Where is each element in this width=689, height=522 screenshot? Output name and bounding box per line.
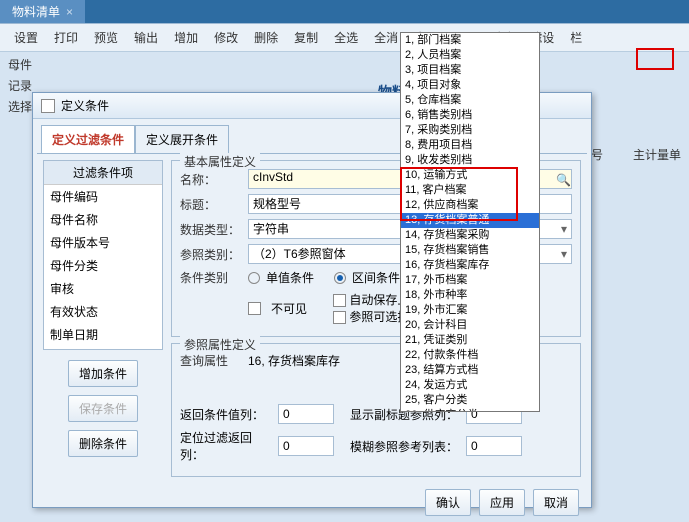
- list-item[interactable]: 母件名称: [44, 208, 162, 231]
- toolbar-btn-0[interactable]: 设置: [6, 25, 46, 50]
- list-item[interactable]: 审核日期: [44, 346, 162, 350]
- toolbar-btn-1[interactable]: 打印: [46, 25, 86, 50]
- toolbar-btn-8[interactable]: 全选: [326, 25, 366, 50]
- single-value-radio[interactable]: [248, 272, 260, 284]
- dropdown-option[interactable]: 14, 存货档案采购: [401, 228, 539, 243]
- dropdown-option[interactable]: 15, 存货档案销售: [401, 243, 539, 258]
- toolbar-btn-6[interactable]: 删除: [246, 25, 286, 50]
- dropdown-option[interactable]: 23, 结算方式档: [401, 363, 539, 378]
- list-item[interactable]: 制单日期: [44, 323, 162, 346]
- dropdown-option[interactable]: 11, 客户档案: [401, 183, 539, 198]
- autosave-checkbox[interactable]: [333, 294, 346, 307]
- dropdown-option[interactable]: 17, 外币档案: [401, 273, 539, 288]
- tab-filter-condition[interactable]: 定义过滤条件: [41, 125, 135, 153]
- toolbar: 设置打印预览输出增加修改删除复制全选全消查过滤滤设栏: [0, 24, 689, 52]
- toolbar-btn-3[interactable]: 输出: [126, 25, 166, 50]
- list-item[interactable]: 有效状态: [44, 300, 162, 323]
- dropdown-option[interactable]: 21, 凭证类别: [401, 333, 539, 348]
- multiline-checkbox[interactable]: [333, 311, 346, 324]
- tab-title: 物料清单: [12, 3, 60, 20]
- return-col-input[interactable]: [278, 404, 334, 424]
- save-condition-button[interactable]: 保存条件: [68, 395, 138, 422]
- list-header: 过滤条件项: [44, 161, 162, 185]
- search-icon[interactable]: 🔍: [556, 173, 568, 185]
- toolbar-btn-2[interactable]: 预览: [86, 25, 126, 50]
- toolbar-btn-7[interactable]: 复制: [286, 25, 326, 50]
- dropdown-option[interactable]: 10, 运输方式: [401, 168, 539, 183]
- fuzzy-col-input[interactable]: [466, 436, 522, 456]
- dropdown-option[interactable]: 2, 人员档案: [401, 48, 539, 63]
- query-attr-value: 16, 存货档案库存: [248, 352, 340, 369]
- toolbar-btn-5[interactable]: 修改: [206, 25, 246, 50]
- dropdown-option[interactable]: 19, 外市汇案: [401, 303, 539, 318]
- dropdown-option[interactable]: 3, 项目档案: [401, 63, 539, 78]
- dialog-icon: [41, 99, 55, 113]
- dropdown-option[interactable]: 6, 销售类别档: [401, 108, 539, 123]
- dialog-title: 定义条件: [61, 97, 109, 114]
- delete-condition-button[interactable]: 删除条件: [68, 430, 138, 457]
- dropdown-option[interactable]: 12, 供应商档案: [401, 198, 539, 213]
- dropdown-option[interactable]: 24, 发运方式: [401, 378, 539, 393]
- list-item[interactable]: 母件编码: [44, 185, 162, 208]
- dropdown-option[interactable]: 16, 存货档案库存: [401, 258, 539, 273]
- dropdown-option[interactable]: 26, 供应商分类: [401, 408, 539, 412]
- list-item[interactable]: 审核: [44, 277, 162, 300]
- dropdown-option[interactable]: 9, 收发类别档: [401, 153, 539, 168]
- add-condition-button[interactable]: 增加条件: [68, 360, 138, 387]
- filter-item-list: 过滤条件项 母件编码母件名称母件版本号母件分类审核有效状态制单日期审核日期规格型…: [43, 160, 163, 350]
- dropdown-option[interactable]: 8, 费用项目档: [401, 138, 539, 153]
- dropdown-option[interactable]: 4, 项目对象: [401, 78, 539, 93]
- dropdown-option[interactable]: 25, 客户分类: [401, 393, 539, 408]
- dropdown-option[interactable]: 13, 存货档案普通: [401, 213, 539, 228]
- range-value-radio[interactable]: [334, 272, 346, 284]
- toolbar-btn-4[interactable]: 增加: [166, 25, 206, 50]
- reference-dropdown[interactable]: 1, 部门档案2, 人员档案3, 项目档案4, 项目对象5, 仓库档案6, 销售…: [400, 32, 540, 412]
- dropdown-option[interactable]: 5, 仓库档案: [401, 93, 539, 108]
- tab-expand-condition[interactable]: 定义展开条件: [135, 125, 229, 153]
- invisible-checkbox[interactable]: [248, 302, 261, 315]
- dropdown-option[interactable]: 7, 采购类别档: [401, 123, 539, 138]
- toolbar-btn-16[interactable]: 栏: [562, 25, 590, 50]
- dropdown-option[interactable]: 22, 付款条件档: [401, 348, 539, 363]
- dropdown-option[interactable]: 20, 会计科目: [401, 318, 539, 333]
- dropdown-option[interactable]: 1, 部门档案: [401, 33, 539, 48]
- dropdown-option[interactable]: 18, 外市种率: [401, 288, 539, 303]
- list-item[interactable]: 母件版本号: [44, 231, 162, 254]
- app-tab[interactable]: 物料清单 ×: [0, 0, 85, 23]
- locate-col-input[interactable]: [278, 436, 334, 456]
- close-icon[interactable]: ×: [66, 5, 73, 19]
- list-item[interactable]: 母件分类: [44, 254, 162, 277]
